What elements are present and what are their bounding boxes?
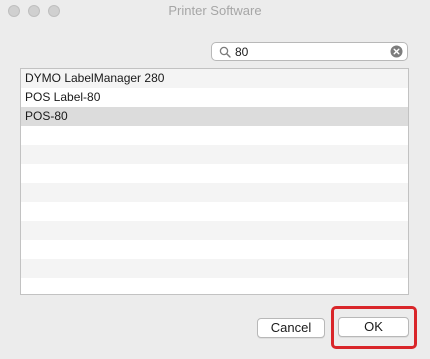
- title-bar: Printer Software: [0, 0, 430, 22]
- list-item-empty: [21, 259, 408, 278]
- list-item[interactable]: POS Label-80: [21, 88, 408, 107]
- list-item-empty: [21, 183, 408, 202]
- search-input[interactable]: [235, 44, 385, 59]
- clear-search-icon[interactable]: [390, 45, 403, 58]
- search-icon: [219, 46, 231, 58]
- list-item[interactable]: DYMO LabelManager 280: [21, 69, 408, 88]
- list-item-empty: [21, 221, 408, 240]
- list-item-empty: [21, 126, 408, 145]
- window-title: Printer Software: [168, 3, 262, 18]
- printer-list[interactable]: DYMO LabelManager 280 POS Label-80 POS-80: [20, 68, 409, 295]
- ok-button[interactable]: OK: [338, 317, 409, 337]
- list-item-empty: [21, 145, 408, 164]
- list-item-empty: [21, 202, 408, 221]
- list-item-empty: [21, 278, 408, 294]
- list-item[interactable]: POS-80: [21, 107, 408, 126]
- search-field[interactable]: [211, 42, 408, 61]
- list-item-empty: [21, 240, 408, 259]
- list-item-empty: [21, 164, 408, 183]
- cancel-button[interactable]: Cancel: [257, 318, 325, 338]
